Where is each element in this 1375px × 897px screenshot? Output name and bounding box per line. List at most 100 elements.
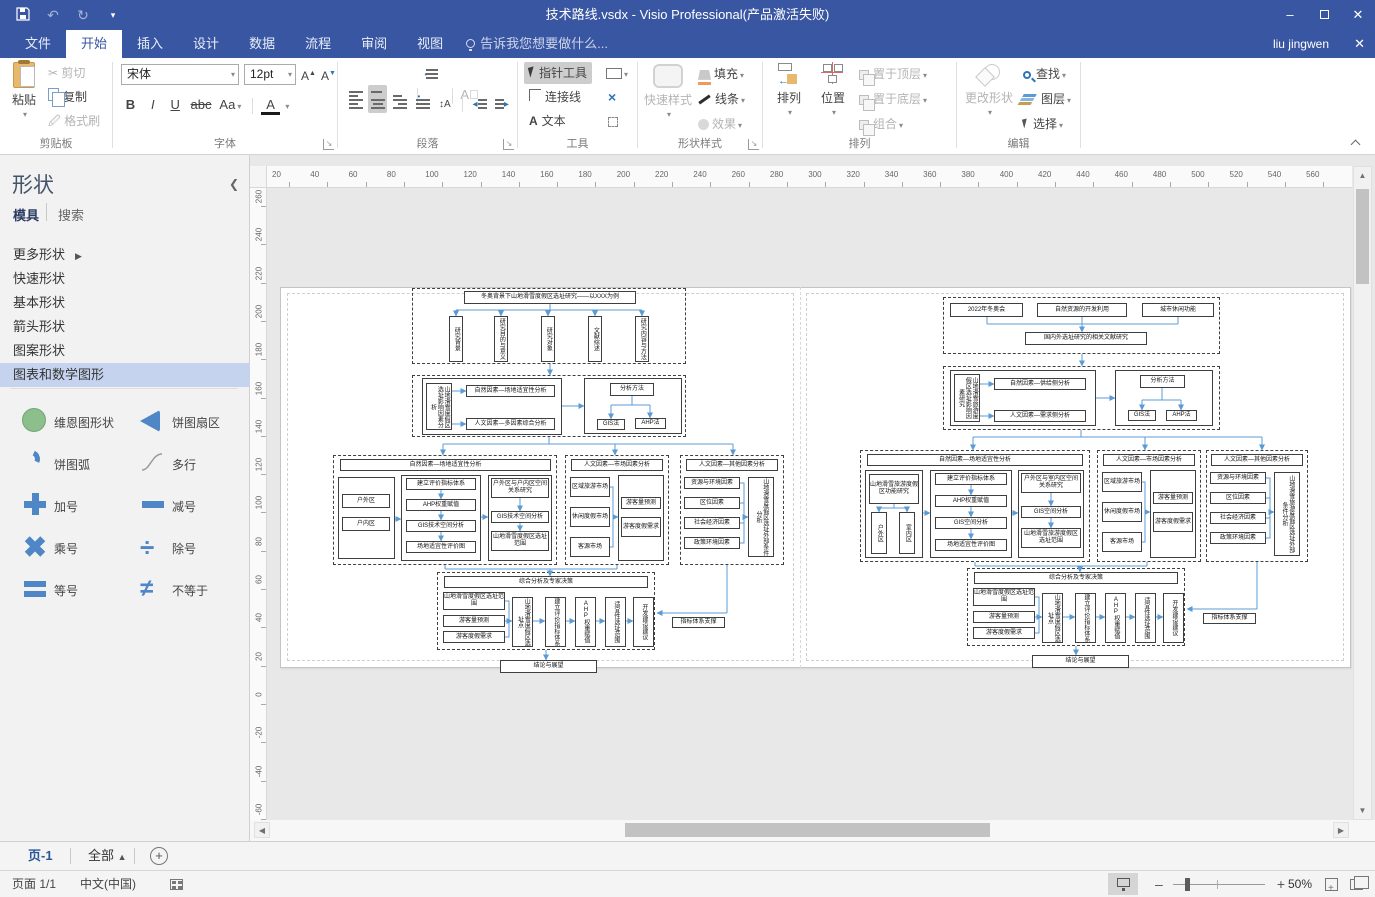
add-page-button[interactable]: + <box>150 847 168 865</box>
tab-stencils[interactable]: 模具 <box>13 205 39 224</box>
diagram-node[interactable]: 开发建设建议 <box>633 597 654 647</box>
diagram-node[interactable]: 自然资源的开发利用 <box>1037 303 1127 317</box>
tab-审阅[interactable]: 审阅 <box>346 30 402 58</box>
scroll-right-icon[interactable]: ▶ <box>1333 822 1349 838</box>
diagram-node[interactable]: 室内区 <box>899 512 915 554</box>
switch-windows-icon[interactable] <box>1350 871 1363 897</box>
diagram-node[interactable]: 场地适宜性评价图 <box>406 541 476 553</box>
diagram-node[interactable]: 适宜性选址范围 <box>605 597 626 647</box>
user-name[interactable]: liu jingwen <box>1273 30 1329 58</box>
stencil-category[interactable]: 基本形状 <box>0 291 250 315</box>
diagram-node[interactable]: 游客量预测 <box>973 611 1035 623</box>
all-pages-button[interactable]: 全部 ▲ <box>88 842 127 870</box>
diagram-node[interactable]: 研究对象 <box>541 316 555 362</box>
send-back-button[interactable]: 置于底层▾ <box>859 88 927 110</box>
justify-button[interactable] <box>413 93 432 113</box>
diagram-node[interactable]: 户外区与室内区空间关系研究 <box>1021 473 1081 493</box>
diagram-node[interactable]: 山地滑雪度假区选址范围 <box>491 531 549 551</box>
paste-button[interactable]: 粘贴▾ <box>2 62 46 121</box>
diagram-node[interactable]: 自然因素—场地适宜性分析 <box>867 454 1083 466</box>
align-center-button[interactable] <box>368 93 387 113</box>
stencil-category[interactable]: 箭头形状 <box>0 315 250 339</box>
stencil-category[interactable]: 快速形状 <box>0 267 250 291</box>
group-button[interactable]: 组合▾ <box>859 113 903 135</box>
diagram-node[interactable]: 游客度假需求 <box>973 627 1035 639</box>
diagram-node[interactable]: 户外区 <box>342 494 390 508</box>
diagram-node[interactable]: 研究目的与意义 <box>494 316 508 362</box>
stencil-category[interactable]: 图案形状 <box>0 339 250 363</box>
tab-流程[interactable]: 流程 <box>290 30 346 58</box>
copy-button[interactable]: 复制 <box>48 86 87 108</box>
drawing-viewport[interactable]: 冬奥背景下山地滑雪度假区选址研究——以XXX为例研究背景研究目的与意义研究对象文… <box>267 188 1352 820</box>
stencil-shape-nequal[interactable]: ≠不等于 <box>132 569 250 611</box>
fit-page-icon[interactable] <box>1325 871 1338 897</box>
diagram-node[interactable]: 客源市场 <box>1102 532 1142 552</box>
diagram-node[interactable]: 山地滑雪度假区选址影响因素分析 <box>426 383 452 430</box>
document-close-icon[interactable]: ✕ <box>1354 30 1365 58</box>
diagram-node[interactable]: AHP权重赋值 <box>1105 593 1126 643</box>
zoom-in-icon[interactable]: + <box>1277 871 1285 897</box>
stencil-shape-times[interactable]: 乘号 <box>14 527 132 569</box>
stencil-shape-plus[interactable]: 加号 <box>14 485 132 527</box>
diagram-node[interactable]: 开发建设建议 <box>1163 593 1184 643</box>
text-tool-button[interactable]: A文本 <box>524 110 571 132</box>
diagram-node[interactable]: 游客量预测 <box>1153 492 1193 504</box>
font-color-dropdown[interactable]: ▾ <box>285 102 289 111</box>
select-button[interactable]: 选择▾ <box>1023 113 1063 135</box>
diagram-node[interactable]: 建立评价指标体系 <box>406 478 476 490</box>
diagram-node[interactable]: GIS空间分析 <box>935 517 1007 529</box>
diagram-node[interactable]: 山地滑雪旅游度假区功能研究 <box>869 474 919 504</box>
shrink-font-button[interactable]: A▼ <box>321 63 336 85</box>
diagram-node[interactable]: AHP法 <box>1166 410 1197 421</box>
zoom-slider[interactable]: – + <box>1155 871 1285 897</box>
font-size-combo[interactable]: 12pt▾ <box>244 64 296 85</box>
diagram-node[interactable]: 2022年冬奥会 <box>950 303 1023 317</box>
scroll-left-icon[interactable]: ◀ <box>254 822 270 838</box>
diagram-node[interactable]: 户内区 <box>342 517 390 531</box>
stencil-shape-piearc[interactable]: 饼图弧 <box>14 443 132 485</box>
diagram-node[interactable]: 文献综述 <box>588 316 602 362</box>
diagram-node[interactable]: 自然因素—场地适宜性分析 <box>340 459 551 471</box>
diagram-node[interactable]: 自然因素—供给侧分析 <box>994 378 1086 390</box>
scroll-down-icon[interactable]: ▼ <box>1354 802 1371 819</box>
diagram-node[interactable]: 建立评价指标体系 <box>545 597 566 647</box>
stencil-category[interactable]: 图表和数学图形 <box>0 363 250 387</box>
decrease-indent-button[interactable]: ◂ <box>470 93 489 113</box>
close-button[interactable]: ✕ <box>1341 0 1375 30</box>
diagram-node[interactable]: 人文因素—其他因素分析 <box>686 459 778 471</box>
tab-开始[interactable]: 开始 <box>66 30 122 58</box>
stencil-shape-equal[interactable]: 等号 <box>14 569 132 611</box>
tab-文件[interactable]: 文件 <box>10 30 66 58</box>
diagram-node[interactable]: 结论与展望 <box>1032 655 1129 668</box>
diagram-node[interactable]: AHP权重赋值 <box>935 495 1007 507</box>
tab-数据[interactable]: 数据 <box>234 30 290 58</box>
diagram-node[interactable]: 政策环境因素 <box>684 537 740 549</box>
scroll-up-icon[interactable]: ▲ <box>1354 167 1371 184</box>
panel-collapse-icon[interactable]: ❮ <box>229 177 239 191</box>
diagram-node[interactable]: 区域旅游市场 <box>1102 472 1142 492</box>
diagram-node[interactable]: AHP权重赋值 <box>575 597 596 647</box>
underline-button[interactable]: U <box>166 95 185 115</box>
diagram-node[interactable]: 社会经济因素 <box>684 517 740 529</box>
diagram-node[interactable]: 人文因素—市场因素分析 <box>571 459 663 471</box>
connection-point-button[interactable] <box>608 110 618 132</box>
stencil-shape-divide[interactable]: ÷除号 <box>132 527 250 569</box>
zoom-slider-thumb[interactable] <box>1185 878 1190 891</box>
macro-icon[interactable] <box>170 871 183 897</box>
zoom-percentage[interactable]: 50% <box>1288 871 1312 897</box>
diagram-node[interactable]: 游客度假需求 <box>443 631 505 643</box>
diagram-node[interactable]: 研究背景 <box>449 316 463 362</box>
diagram-node[interactable]: 资源与环境因素 <box>684 477 740 489</box>
diagram-node[interactable]: 户外区 <box>871 512 887 554</box>
diagram-node[interactable]: 游客度假需求 <box>1153 512 1193 532</box>
diagram-node[interactable]: 户外区与户内区空间关系研究 <box>491 478 549 498</box>
diagram-node[interactable]: 客源市场 <box>570 537 610 557</box>
tab-设计[interactable]: 设计 <box>178 30 234 58</box>
line-button[interactable]: 线条▾ <box>698 88 745 110</box>
tell-me-box[interactable]: 告诉我您想要做什么... <box>458 30 608 58</box>
diagram-node[interactable]: 游客量预测 <box>443 615 505 627</box>
connector-tool-button[interactable]: 连接线 <box>524 86 586 108</box>
diagram-node[interactable]: 场地适宜性评价图 <box>935 539 1007 551</box>
diagram-node[interactable]: 城市休闲功能 <box>1142 303 1214 317</box>
diagram-node[interactable]: 山地滑雪度假区选址点 <box>512 597 533 647</box>
